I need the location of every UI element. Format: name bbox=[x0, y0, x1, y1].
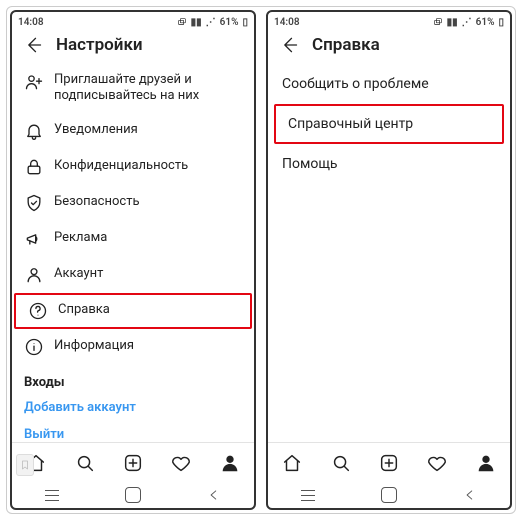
tab-create[interactable] bbox=[378, 452, 400, 474]
row-info[interactable]: Информация bbox=[12, 329, 254, 365]
back-icon bbox=[279, 35, 299, 55]
back-button[interactable] bbox=[278, 34, 300, 56]
lock-icon bbox=[24, 157, 44, 177]
tab-profile[interactable] bbox=[475, 452, 497, 474]
nav-recents[interactable] bbox=[41, 487, 63, 503]
nav-back[interactable] bbox=[459, 487, 481, 503]
search-icon bbox=[74, 452, 96, 474]
header: Справка bbox=[268, 32, 510, 64]
tab-create[interactable] bbox=[122, 452, 144, 474]
battery-pct: 61% bbox=[476, 17, 495, 28]
two-phone-layout: 14:08 ▮▮ ⋰ 61% ▯ Настройки Приглашайте д… bbox=[6, 6, 516, 514]
bookmark-icon bbox=[19, 458, 31, 472]
back-icon bbox=[23, 35, 43, 55]
tab-search[interactable] bbox=[330, 452, 352, 474]
profile-icon bbox=[219, 452, 241, 474]
search-icon bbox=[330, 452, 352, 474]
gallery-icon bbox=[177, 17, 187, 27]
item-report-problem[interactable]: Сообщить о проблеме bbox=[268, 64, 510, 104]
page-title: Настройки bbox=[56, 35, 143, 55]
status-time: 14:08 bbox=[18, 17, 44, 28]
statusbar: 14:08 ▮▮ ⋰ 61% ▯ bbox=[268, 12, 510, 32]
row-label: Справка bbox=[58, 302, 110, 318]
add-account-link[interactable]: Добавить аккаунт bbox=[12, 394, 254, 421]
status-time: 14:08 bbox=[274, 17, 300, 28]
row-label: Реклама bbox=[54, 230, 107, 246]
row-security[interactable]: Безопасность bbox=[12, 185, 254, 221]
status-right: ▮▮ ⋰ 61% ▯ bbox=[177, 17, 248, 28]
shield-icon bbox=[24, 193, 44, 213]
row-label: Аккаунт bbox=[54, 266, 103, 282]
phone-settings: 14:08 ▮▮ ⋰ 61% ▯ Настройки Приглашайте д… bbox=[10, 10, 256, 510]
nav-back[interactable] bbox=[203, 487, 225, 503]
home-icon bbox=[281, 452, 303, 474]
battery-icon: ▯ bbox=[498, 17, 504, 28]
status-right: ▮▮ ⋰ 61% ▯ bbox=[433, 17, 504, 28]
bookmark-badge[interactable] bbox=[16, 454, 34, 476]
row-label: Уведомления bbox=[54, 122, 138, 138]
profile-icon bbox=[475, 452, 497, 474]
header: Настройки bbox=[12, 32, 254, 64]
item-support[interactable]: Помощь bbox=[268, 144, 510, 184]
bottom-bar bbox=[268, 442, 510, 482]
bottom-bar bbox=[12, 442, 254, 482]
row-help[interactable]: Справка bbox=[14, 293, 252, 329]
row-privacy[interactable]: Конфиденциальность bbox=[12, 149, 254, 185]
megaphone-icon bbox=[24, 229, 44, 249]
row-account[interactable]: Аккаунт bbox=[12, 257, 254, 293]
row-label: Конфиденциальность bbox=[54, 158, 188, 174]
statusbar: 14:08 ▮▮ ⋰ 61% ▯ bbox=[12, 12, 254, 32]
battery-pct: 61% bbox=[220, 17, 239, 28]
gallery-icon bbox=[433, 17, 443, 27]
back-button[interactable] bbox=[22, 34, 44, 56]
row-invite[interactable]: Приглашайте друзей и подписывайтесь на н… bbox=[12, 64, 254, 113]
row-label: Информация bbox=[54, 338, 134, 354]
tab-activity[interactable] bbox=[170, 452, 192, 474]
signal-icon: ▮▮ bbox=[191, 17, 202, 28]
heart-icon bbox=[170, 452, 192, 474]
row-label: Безопасность bbox=[54, 194, 140, 210]
row-ads[interactable]: Реклама bbox=[12, 221, 254, 257]
plus-icon bbox=[378, 452, 400, 474]
row-notifications[interactable]: Уведомления bbox=[12, 113, 254, 149]
wifi-icon: ⋰ bbox=[462, 17, 472, 28]
bell-icon bbox=[24, 121, 44, 141]
tab-home[interactable] bbox=[281, 452, 303, 474]
help-icon bbox=[28, 301, 48, 321]
plus-icon bbox=[122, 452, 144, 474]
tab-search[interactable] bbox=[74, 452, 96, 474]
heart-icon bbox=[426, 452, 448, 474]
android-navbar bbox=[268, 482, 510, 508]
row-label: Приглашайте друзей и подписывайтесь на н… bbox=[54, 72, 242, 105]
android-navbar bbox=[12, 482, 254, 508]
nav-recents[interactable] bbox=[297, 487, 319, 503]
logout-link[interactable]: Выйти bbox=[12, 421, 254, 443]
signal-icon: ▮▮ bbox=[447, 17, 458, 28]
tab-activity[interactable] bbox=[426, 452, 448, 474]
wifi-icon: ⋰ bbox=[206, 17, 216, 28]
item-help-center[interactable]: Справочный центр bbox=[274, 104, 504, 144]
battery-icon: ▯ bbox=[242, 17, 248, 28]
nav-home[interactable] bbox=[122, 487, 144, 503]
page-title: Справка bbox=[312, 35, 380, 55]
add-user-icon bbox=[24, 72, 44, 92]
nav-back-icon bbox=[207, 488, 221, 502]
help-list: Сообщить о проблеме Справочный центр Пом… bbox=[268, 64, 510, 442]
logins-heading: Входы bbox=[12, 365, 254, 394]
tab-profile[interactable] bbox=[219, 452, 241, 474]
info-icon bbox=[24, 337, 44, 357]
phone-help: 14:08 ▮▮ ⋰ 61% ▯ Справка Сообщить о проб… bbox=[266, 10, 512, 510]
nav-home[interactable] bbox=[378, 487, 400, 503]
user-icon bbox=[24, 265, 44, 285]
settings-list: Приглашайте друзей и подписывайтесь на н… bbox=[12, 64, 254, 442]
nav-back-icon bbox=[463, 488, 477, 502]
